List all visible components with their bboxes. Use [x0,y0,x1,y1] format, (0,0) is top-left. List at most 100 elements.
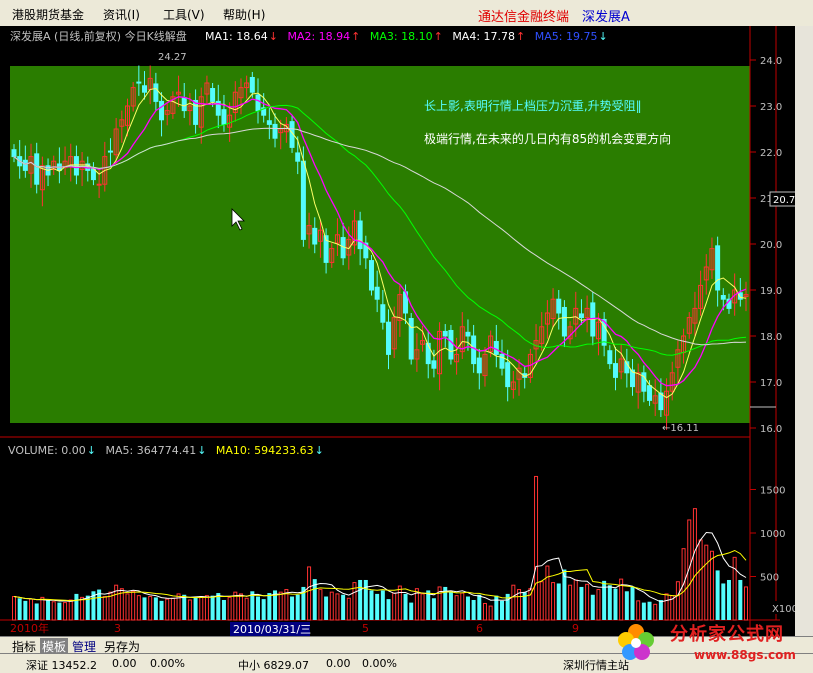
vma5-arrow: ↓ [197,444,206,457]
menu-news[interactable]: 资讯(I) [103,6,140,23]
volume-bar [307,566,312,621]
candle-body [312,227,318,245]
volume-bar [170,597,175,621]
volume-bar [375,593,380,620]
price-tick-label: 19.0 [760,286,782,297]
candle-body [425,342,431,365]
ma2-label: MA2: 18.94 [287,30,350,43]
volume-bar [210,595,215,620]
candle-body [73,156,79,176]
candle-body [471,335,477,365]
volume-bar [29,598,34,621]
menu-help[interactable]: 帮助(H) [223,6,265,23]
candle-body [448,329,454,360]
candle-body [181,97,187,112]
candle-body [505,362,511,388]
volume-label: VOLUME: 0.00 [8,444,86,457]
candle-body [136,81,142,84]
candle-body [386,321,392,355]
vma10-line [13,549,747,602]
status-shenzhen-pct: 0.00% [150,657,185,670]
candle-body [561,306,567,337]
volume-bar [534,475,539,621]
price-tick-label: 20.0 [760,240,782,251]
volume-bar [732,556,737,621]
volume-bar [346,597,351,621]
menu-tools[interactable]: 工具(V) [163,6,205,23]
ma-legend-row: MA1: 18.64↓ MA2: 18.94↑ MA3: 18.10↑ MA4:… [205,30,608,43]
volume-bar [477,594,482,620]
volume-bar [392,592,397,621]
status-shenzhen-change: 0.00 [112,657,137,670]
chart-svg[interactable]: 24.023.022.021.020.019.018.017.016.01500… [0,26,795,636]
volume-bar [102,596,107,621]
menu-hk-futures[interactable]: 港股期货基金 [12,6,84,23]
candle-body [107,150,113,153]
candle-body [612,363,618,378]
candle-body [607,350,613,365]
volume-bar [51,601,56,621]
volume-bar [511,584,516,621]
volume-bar [74,593,79,620]
candle-body [720,295,726,300]
candle-body [221,109,227,125]
volume-bar [341,594,346,620]
volume-tick-label: 1000 [760,529,785,540]
vertical-scrollbar[interactable] [795,26,813,636]
price-marker: 20.78 [773,195,795,206]
candle-body [442,330,448,337]
app-brand: 通达信金融终端 [478,10,570,25]
candle-body [255,94,261,112]
candle-body [22,159,28,171]
volume-bar [261,599,266,620]
price-tick-label: 23.0 [760,102,782,113]
status-sme-change: 0.00 [326,657,351,670]
status-shenzhen-index: 深证 13452.2 [26,659,97,672]
candle-body [476,357,482,374]
candle-body [193,99,199,125]
low-label: ←16.11 [662,423,699,434]
volume-bar [539,581,544,621]
volume-bar [409,602,414,620]
price-tick-label: 18.0 [760,332,782,343]
volume-bar [148,596,153,621]
volume-bar [267,593,272,620]
volume-bar [165,598,170,621]
x-label-3: 3 [114,622,121,635]
volume-tick-label: 1500 [760,486,785,497]
volume-bar [403,593,408,620]
stock-title: 深发展A [582,10,630,25]
volume-bar [278,591,283,621]
volume-bar [12,596,16,621]
candle-body [556,298,562,314]
ma3-label: MA3: 18.10 [370,30,433,43]
volume-bar [488,605,493,621]
volume-bar [397,585,402,621]
candle-body [493,341,499,355]
x-label-9: 9 [572,622,579,635]
volume-bar [579,586,584,620]
volume-bar [358,579,363,620]
volume-bar [295,594,300,620]
candle-body [300,160,306,240]
volume-bar [386,599,391,620]
price-tick-label: 17.0 [760,378,782,389]
high-label: 24.27 [158,52,187,63]
volume-bar [363,579,368,620]
ma4-arrow: ↑ [516,30,525,43]
volume-bar [500,600,504,620]
volume-bar [556,583,561,620]
ma5-label: MA5: 19.75 [535,30,598,43]
volume-bar [590,594,595,620]
x-label-year: 2010年 [10,621,49,635]
volume-bar [369,590,374,620]
volume-bar [380,590,385,620]
volume-bar [324,596,329,620]
volume-bar [692,508,697,621]
candle-body [374,286,380,300]
kline-chart[interactable]: 24.023.022.021.020.019.018.017.016.01500… [0,26,795,636]
watermark: 分析家公式网 www.88gs.com [612,612,812,670]
x-label-5: 5 [362,622,369,635]
volume-bar [329,591,334,621]
volume-bar [57,602,62,620]
